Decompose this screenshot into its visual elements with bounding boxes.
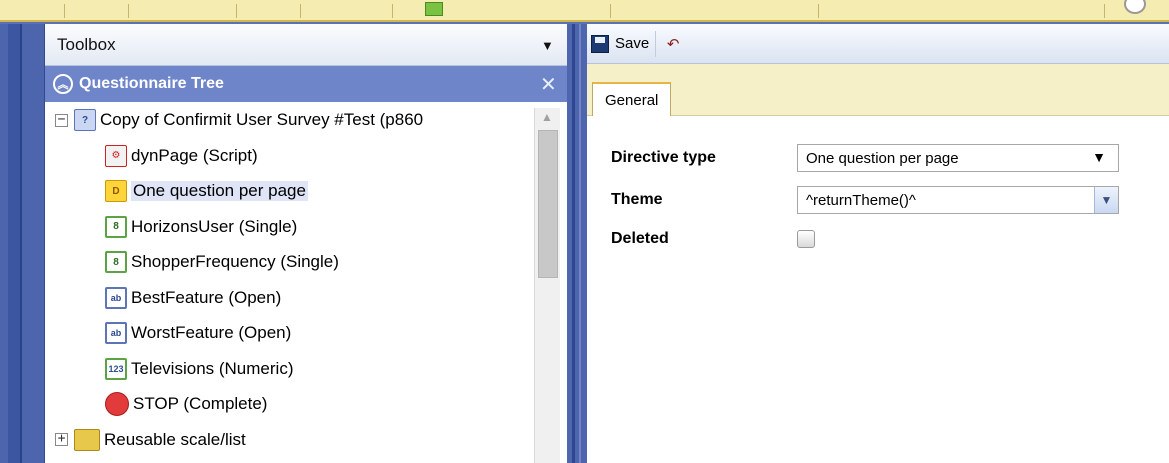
tree-node-label: HorizonsUser (Single) [131, 216, 298, 236]
tree-node-label: Reusable scale/list [104, 429, 246, 449]
tree-node[interactable]: ab WorstFeature (Open) [105, 317, 291, 349]
theme-row: Theme ^returnTheme()^ ▼ [611, 186, 1119, 214]
deleted-checkbox[interactable] [797, 230, 815, 248]
collapse-icon[interactable]: ︽ [53, 74, 73, 94]
toolbar-separator [1104, 4, 1105, 18]
tree-node[interactable]: ab BestFeature (Open) [105, 282, 281, 314]
questionnaire-tree: + Reusable scale/list STOP (Complete) 123 Te… [45, 102, 568, 463]
theme-label: Theme [611, 191, 663, 208]
script-icon: ⚙ [105, 144, 127, 167]
directive-icon: D [105, 180, 127, 202]
questionnaire-tree-header[interactable]: ︽ Questionnaire Tree ✕ [45, 66, 567, 102]
properties-toolbar: Save ↶ [587, 24, 1169, 64]
panel-splitter[interactable] [567, 24, 587, 463]
properties-panel: Save ↶ General Directive type One questi… [587, 24, 1169, 463]
toolbox-title: Toolbox [57, 34, 116, 54]
tab-general[interactable]: General [592, 82, 672, 116]
tree-node-label: Copy of Confirmit User Survey #Test (p86… [100, 110, 424, 129]
toolbar-separator [300, 4, 301, 18]
save-button[interactable]: Save [615, 35, 649, 52]
splitter-line [572, 24, 575, 463]
numeric-icon: 123 [105, 357, 127, 380]
questionnaire-tree-title: Questionnaire Tree [79, 75, 224, 92]
close-icon[interactable]: ✕ [540, 72, 557, 97]
left-panel: Toolbox ▼ ︽ Questionnaire Tree ✕ + Reusab… [44, 24, 567, 463]
deleted-label: Deleted [611, 230, 669, 247]
chevron-down-icon[interactable]: ▼ [1094, 187, 1118, 213]
tree-scrollbar[interactable]: ▲ [534, 108, 560, 463]
left-rail [0, 24, 44, 463]
open-text-icon: ab [105, 286, 127, 309]
directive-type-select[interactable]: One question per page ▼ [797, 144, 1119, 172]
undo-changes-icon[interactable]: ↶ [662, 35, 684, 53]
single-choice-icon: 8 [105, 215, 127, 238]
splitter-line [579, 24, 581, 463]
tree-node[interactable]: ⚙ dynPage (Script) [105, 140, 258, 172]
tree-node[interactable]: 8 ShopperFrequency (Single) [105, 246, 339, 278]
tree-node-label: WorstFeature (Open) [131, 323, 292, 342]
tree-node-label: STOP (Complete) [133, 394, 268, 413]
tree-node[interactable]: 8 HorizonsUser (Single) [105, 211, 297, 243]
stop-icon [105, 392, 129, 416]
tree-node[interactable]: D One question per page [105, 175, 308, 207]
toolbar-separator [818, 4, 819, 18]
toolbar-separator [392, 4, 393, 18]
open-text-icon: ab [105, 322, 127, 344]
tree-node-label: One question per page [131, 181, 308, 201]
theme-combobox[interactable]: ^returnTheme()^ ▼ [797, 186, 1119, 214]
toolbar-separator [655, 30, 657, 57]
survey-icon: ? [74, 109, 96, 131]
toolbox-dropdown-icon[interactable]: ▼ [541, 38, 554, 53]
toolbar-separator [64, 4, 65, 18]
chevron-down-icon[interactable]: ▼ [1092, 149, 1106, 165]
directive-type-value: One question per page [806, 149, 959, 167]
expand-icon[interactable]: + [55, 432, 68, 446]
top-toolbar-strip [0, 0, 1169, 22]
tree-node-label: ShopperFrequency (Single) [131, 252, 339, 271]
theme-value: ^returnTheme()^ [806, 191, 916, 209]
scroll-up-icon[interactable]: ▲ [541, 110, 553, 124]
tree-node-label: dynPage (Script) [131, 145, 258, 165]
tree-node[interactable]: −? Copy of Confirmit User Survey #Test (p… [55, 104, 423, 136]
toolbar-grid-icon[interactable] [425, 2, 443, 16]
directive-type-row: Directive type One question per page ▼ [611, 144, 1119, 172]
toolbar-separator [610, 4, 611, 18]
tree-node-label: BestFeature (Open) [131, 287, 282, 307]
single-choice-icon: 8 [105, 251, 127, 273]
save-icon[interactable] [591, 34, 609, 53]
tree-node-label: Televisions (Numeric) [131, 358, 294, 378]
tab-bar: General [587, 64, 1169, 116]
toolbox-header[interactable]: Toolbox ▼ [45, 24, 567, 66]
tree-node[interactable]: + Reusable scale/list [55, 424, 246, 456]
rail-stripe [8, 24, 22, 463]
tree-node[interactable]: STOP (Complete) [105, 388, 267, 420]
toolbar-separator [236, 4, 237, 18]
deleted-row: Deleted [611, 230, 815, 248]
scroll-thumb[interactable] [538, 130, 558, 278]
toolbar-separator [128, 4, 129, 18]
directive-type-label: Directive type [611, 149, 716, 166]
tree-node[interactable]: 123 Televisions (Numeric) [105, 353, 293, 385]
folder-icon [74, 428, 100, 451]
collapse-node-icon[interactable]: − [55, 113, 68, 127]
help-icon[interactable] [1124, 0, 1146, 14]
